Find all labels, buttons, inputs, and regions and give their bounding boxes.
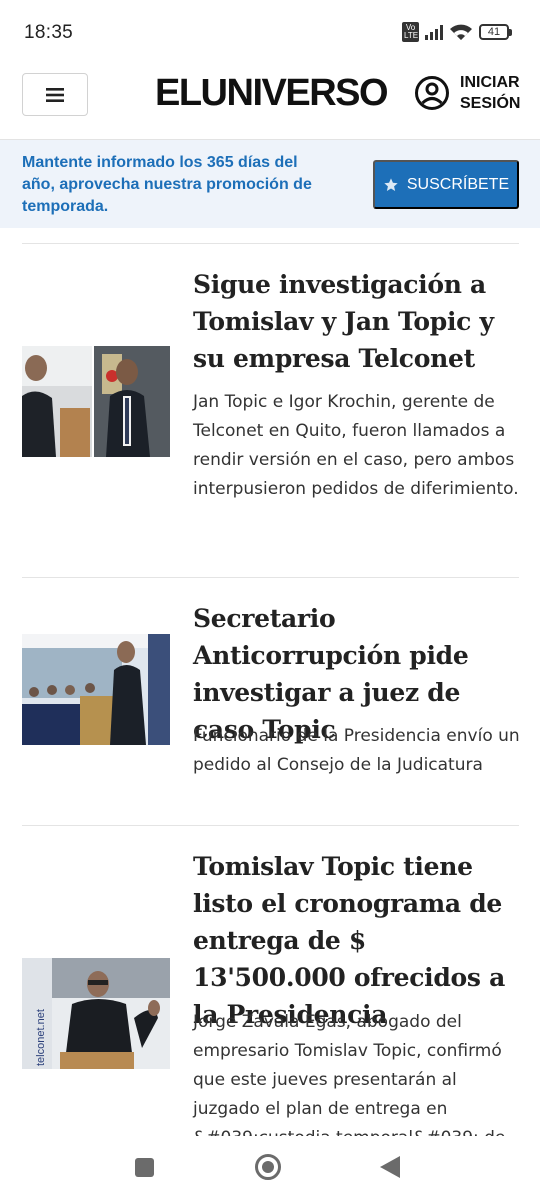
article-image[interactable] <box>22 346 170 457</box>
image-caption: telconet.net <box>35 1009 47 1066</box>
site-logo[interactable]: ELUNIVERSO <box>155 72 389 115</box>
article-card[interactable]: Sigue investigación a Tomislav y Jan Top… <box>0 244 540 577</box>
hamburger-icon <box>46 87 64 102</box>
user-circle-icon <box>415 76 449 110</box>
subscribe-button[interactable]: SUSCRÍBETE <box>373 160 519 209</box>
system-nav-bar <box>0 1136 540 1200</box>
article-card[interactable]: Secretario Anticorrupción pide investiga… <box>0 578 540 825</box>
status-bar: 18:35 Vo LTE 41 <box>0 0 540 64</box>
article-image[interactable]: telconet.net <box>22 958 170 1069</box>
volte-icon: Vo LTE <box>402 22 419 42</box>
back-triangle-icon[interactable] <box>380 1156 400 1178</box>
status-icons: Vo LTE 41 <box>402 22 512 42</box>
site-header: ELUNIVERSO INICIAR SESIÓN <box>0 64 540 140</box>
login-button[interactable]: INICIAR SESIÓN <box>414 72 520 114</box>
article-image[interactable] <box>22 634 170 745</box>
article-summary: Jan Topic e Igor Krochin, gerente de Tel… <box>193 392 519 499</box>
menu-button[interactable] <box>22 73 88 116</box>
star-icon <box>384 177 398 191</box>
status-time: 18:35 <box>24 22 74 43</box>
article-headline[interactable]: Sigue investigación a Tomislav y Jan Top… <box>193 266 523 377</box>
home-circle-icon[interactable] <box>255 1154 281 1180</box>
login-label: INICIAR SESIÓN <box>460 74 521 112</box>
battery-level: 41 <box>479 24 509 40</box>
article-summary: Funcionario de la Presidencia envío un p… <box>193 726 520 775</box>
promo-banner: Mantente informado los 365 días del año,… <box>0 140 540 228</box>
article-summary: Jorge Zavala Egas, abogado del empresari… <box>193 1012 505 1136</box>
battery-icon: 41 <box>479 24 512 40</box>
square-icon[interactable] <box>135 1158 154 1177</box>
wifi-icon <box>450 24 472 40</box>
promo-text: Mantente informado los 365 días del año,… <box>22 154 312 215</box>
article-headline[interactable]: Tomislav Topic tiene listo el cronograma… <box>193 848 523 1033</box>
article-card[interactable]: telconet.net Tomislav Topic tiene listo … <box>0 826 540 1136</box>
subscribe-label: SUSCRÍBETE <box>406 175 510 193</box>
signal-icon <box>425 24 443 40</box>
